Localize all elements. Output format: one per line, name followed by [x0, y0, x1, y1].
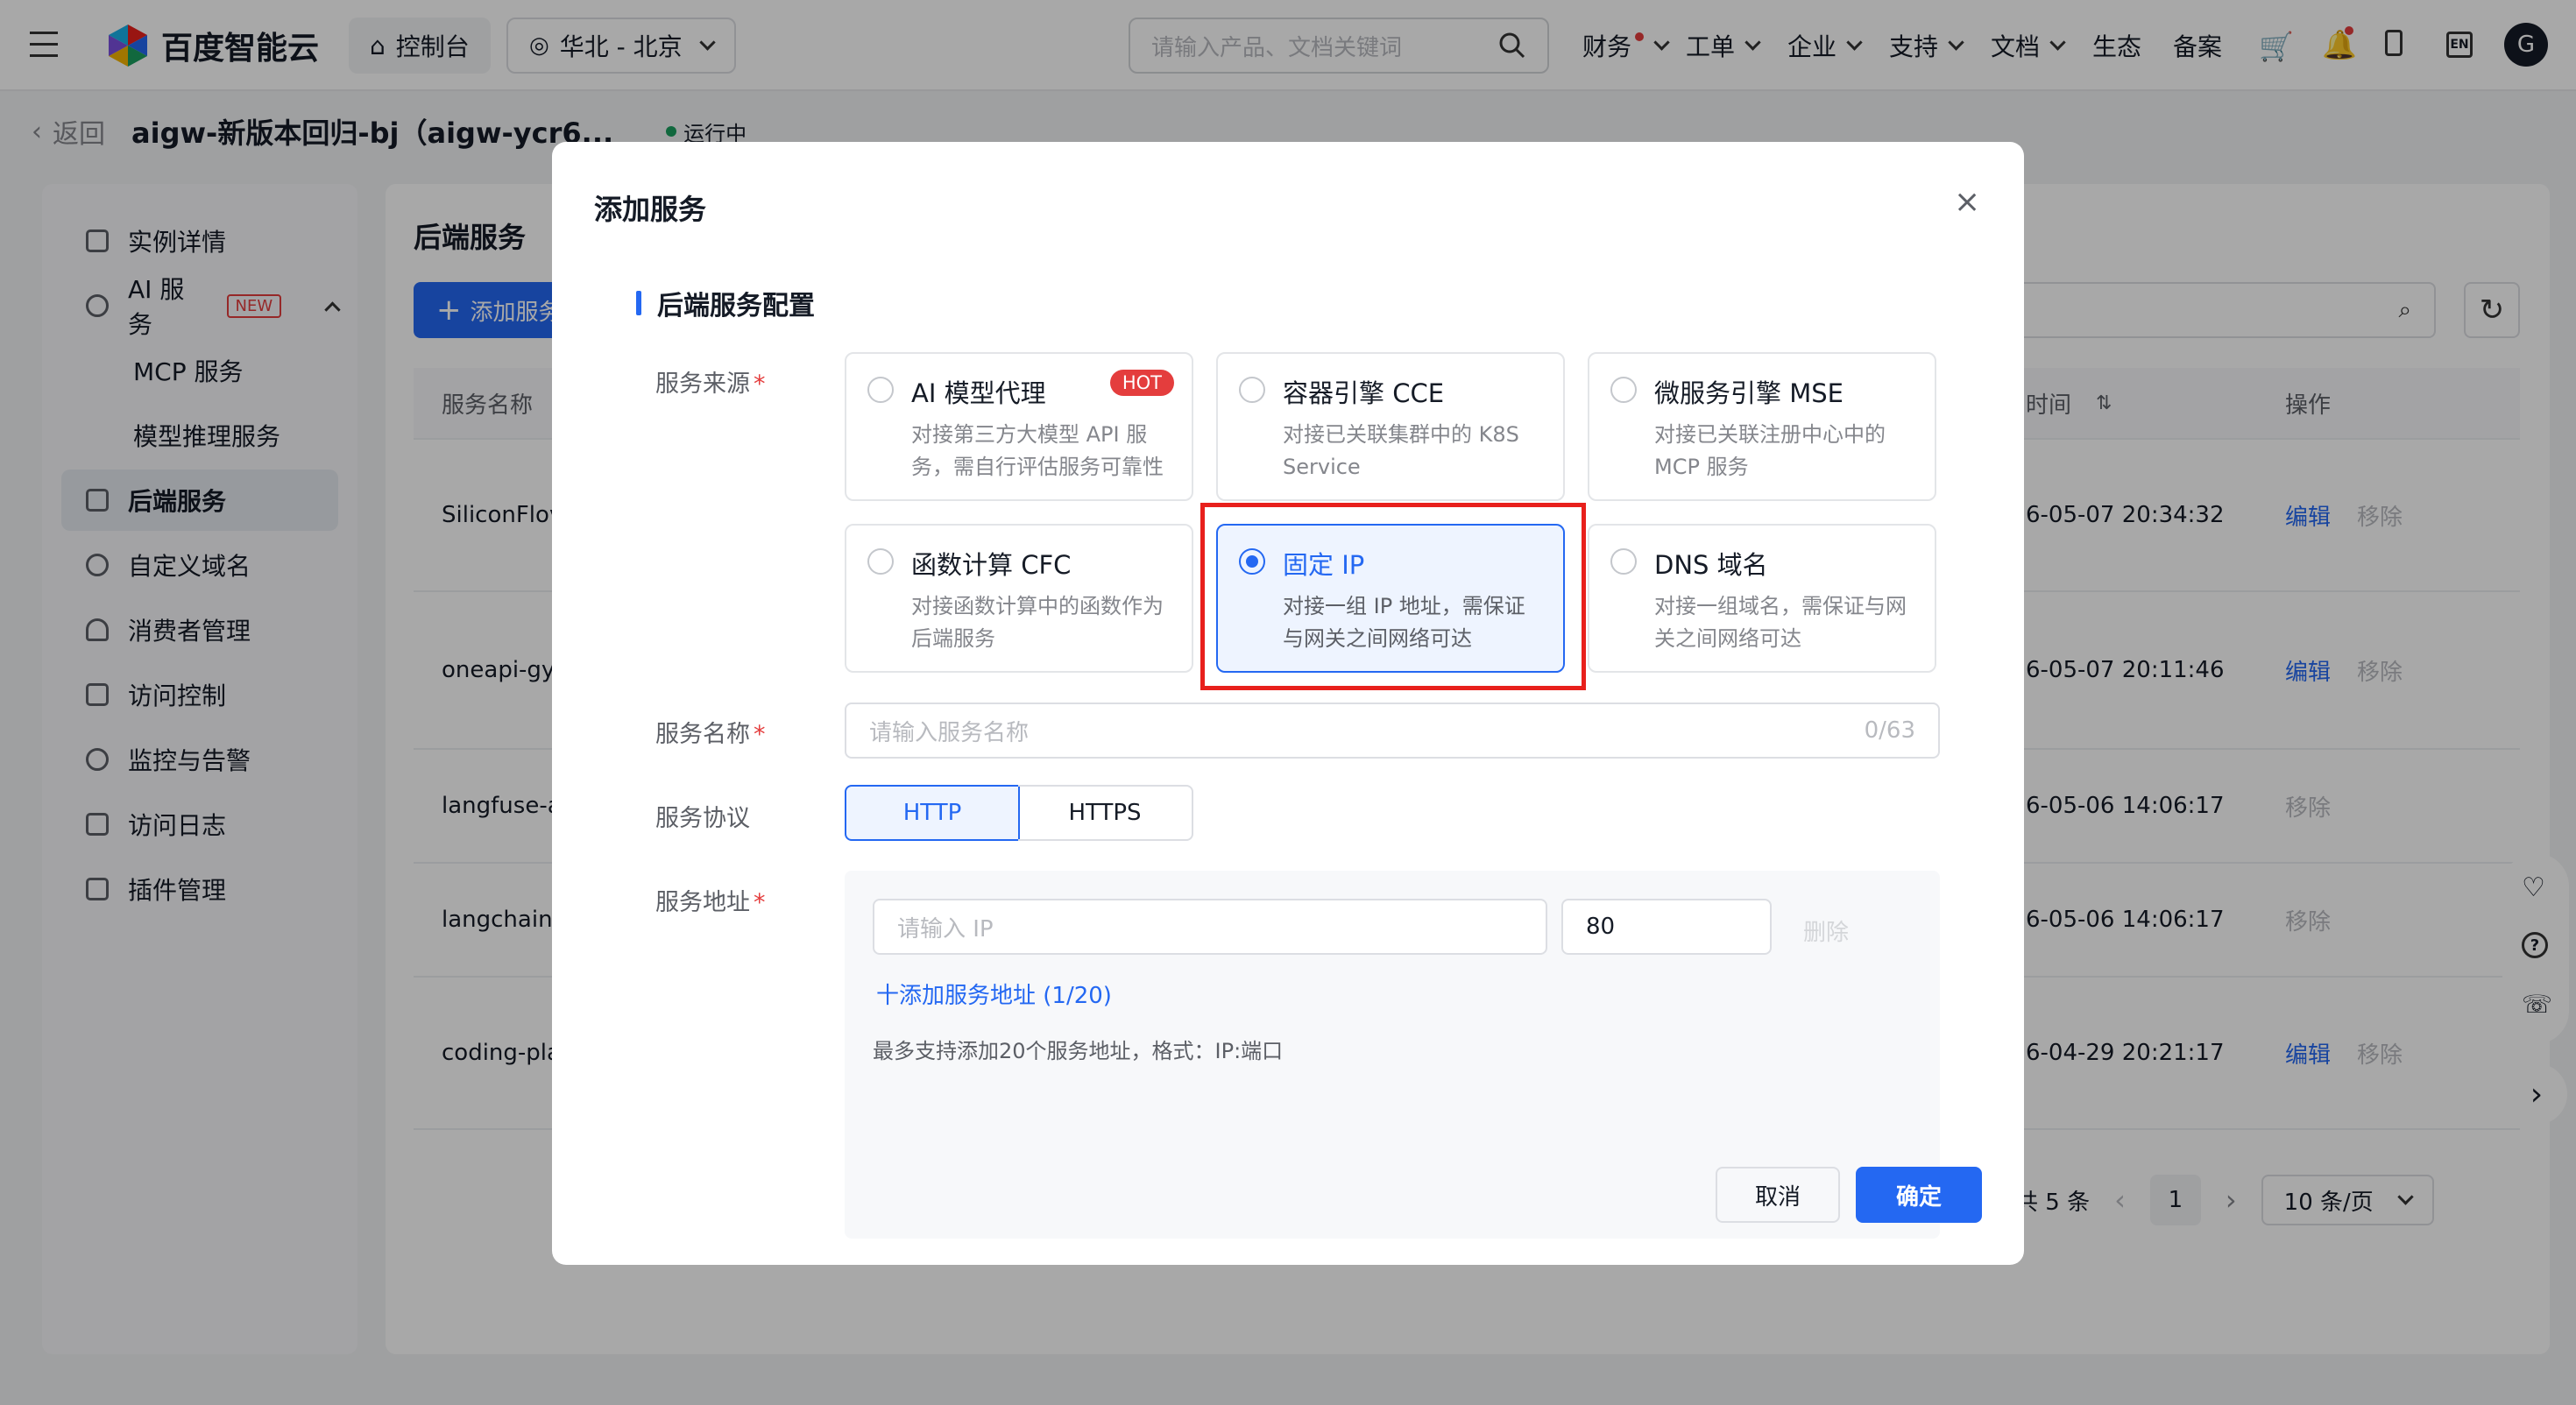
source-card-cfc[interactable]: 函数计算 CFC 对接函数计算中的函数作为后端服务: [845, 524, 1193, 673]
service-address-label: 服务地址 *: [655, 889, 766, 916]
source-card-ai-model-proxy[interactable]: AI 模型代理 HOT 对接第三方大模型 API 服务，需自行评估服务可靠性: [845, 352, 1193, 501]
port-value: 80: [1586, 914, 1616, 940]
section-heading: 后端服务配置: [636, 284, 815, 322]
card-title: 容器引擎 CCE: [1283, 378, 1445, 408]
service-name-input[interactable]: 请输入服务名称 0/63: [845, 702, 1940, 759]
card-description: 对接第三方大模型 API 服务，需自行评估服务可靠性: [911, 422, 1164, 479]
ip-placeholder: 请输入 IP: [897, 915, 994, 943]
hot-badge: HOT: [1109, 370, 1174, 396]
cancel-button[interactable]: 取消: [1716, 1167, 1840, 1223]
port-input[interactable]: 80: [1561, 899, 1772, 955]
source-card-dns[interactable]: DNS 域名 对接一组域名，需保证与网关之间网络可达: [1588, 524, 1936, 673]
confirm-button[interactable]: 确定: [1856, 1167, 1982, 1223]
add-address-link[interactable]: 十添加服务地址 (1/20): [876, 978, 1112, 1010]
protocol-label: HTTPS: [1068, 800, 1142, 826]
card-description: 对接函数计算中的函数作为后端服务: [911, 594, 1164, 651]
card-title: AI 模型代理: [911, 378, 1046, 408]
address-hint: 最多支持添加20个服务地址，格式：IP:端口: [873, 1039, 1284, 1063]
highlight-box: [1200, 503, 1586, 690]
protocol-http-option[interactable]: HTTP: [845, 785, 1020, 841]
protocol-label: HTTP: [902, 800, 962, 826]
service-source-label: 服务来源 *: [655, 371, 766, 398]
delete-address-button[interactable]: 删除: [1803, 914, 1849, 947]
radio-button[interactable]: [1610, 377, 1637, 403]
radio-button[interactable]: [867, 548, 894, 575]
source-card-mse[interactable]: 微服务引擎 MSE 对接已关联注册中心中的 MCP 服务: [1588, 352, 1936, 501]
source-card-cce[interactable]: 容器引擎 CCE 对接已关联集群中的 K8S Service: [1216, 352, 1565, 501]
dialog-title: 添加服务: [594, 193, 707, 226]
ip-input[interactable]: 请输入 IP: [873, 899, 1547, 955]
service-protocol-label: 服务协议: [655, 805, 750, 832]
confirm-label: 确定: [1895, 1183, 1942, 1211]
card-description: 对接已关联注册中心中的 MCP 服务: [1654, 422, 1886, 479]
card-title: 微服务引擎 MSE: [1654, 378, 1844, 408]
section-marker: [636, 291, 641, 315]
radio-button[interactable]: [1239, 377, 1265, 403]
add-service-dialog: 添加服务 × 后端服务配置 服务来源 * AI 模型代理 HOT 对接第三方大模型…: [552, 142, 2024, 1265]
char-counter: 0/63: [1864, 717, 1915, 744]
section-title: 后端服务配置: [657, 291, 815, 321]
protocol-https-option[interactable]: HTTPS: [1018, 785, 1193, 841]
name-placeholder: 请输入服务名称: [869, 719, 1030, 746]
close-icon[interactable]: ×: [1954, 184, 1980, 220]
radio-button[interactable]: [1610, 548, 1637, 575]
card-title: 函数计算 CFC: [911, 550, 1072, 580]
card-description: 对接已关联集群中的 K8S Service: [1283, 422, 1519, 479]
card-description: 对接一组域名，需保证与网关之间网络可达: [1654, 594, 1907, 651]
radio-button[interactable]: [867, 377, 894, 403]
card-title: DNS 域名: [1654, 550, 1768, 580]
cancel-label: 取消: [1754, 1183, 1801, 1211]
service-name-label: 服务名称 *: [655, 721, 766, 748]
